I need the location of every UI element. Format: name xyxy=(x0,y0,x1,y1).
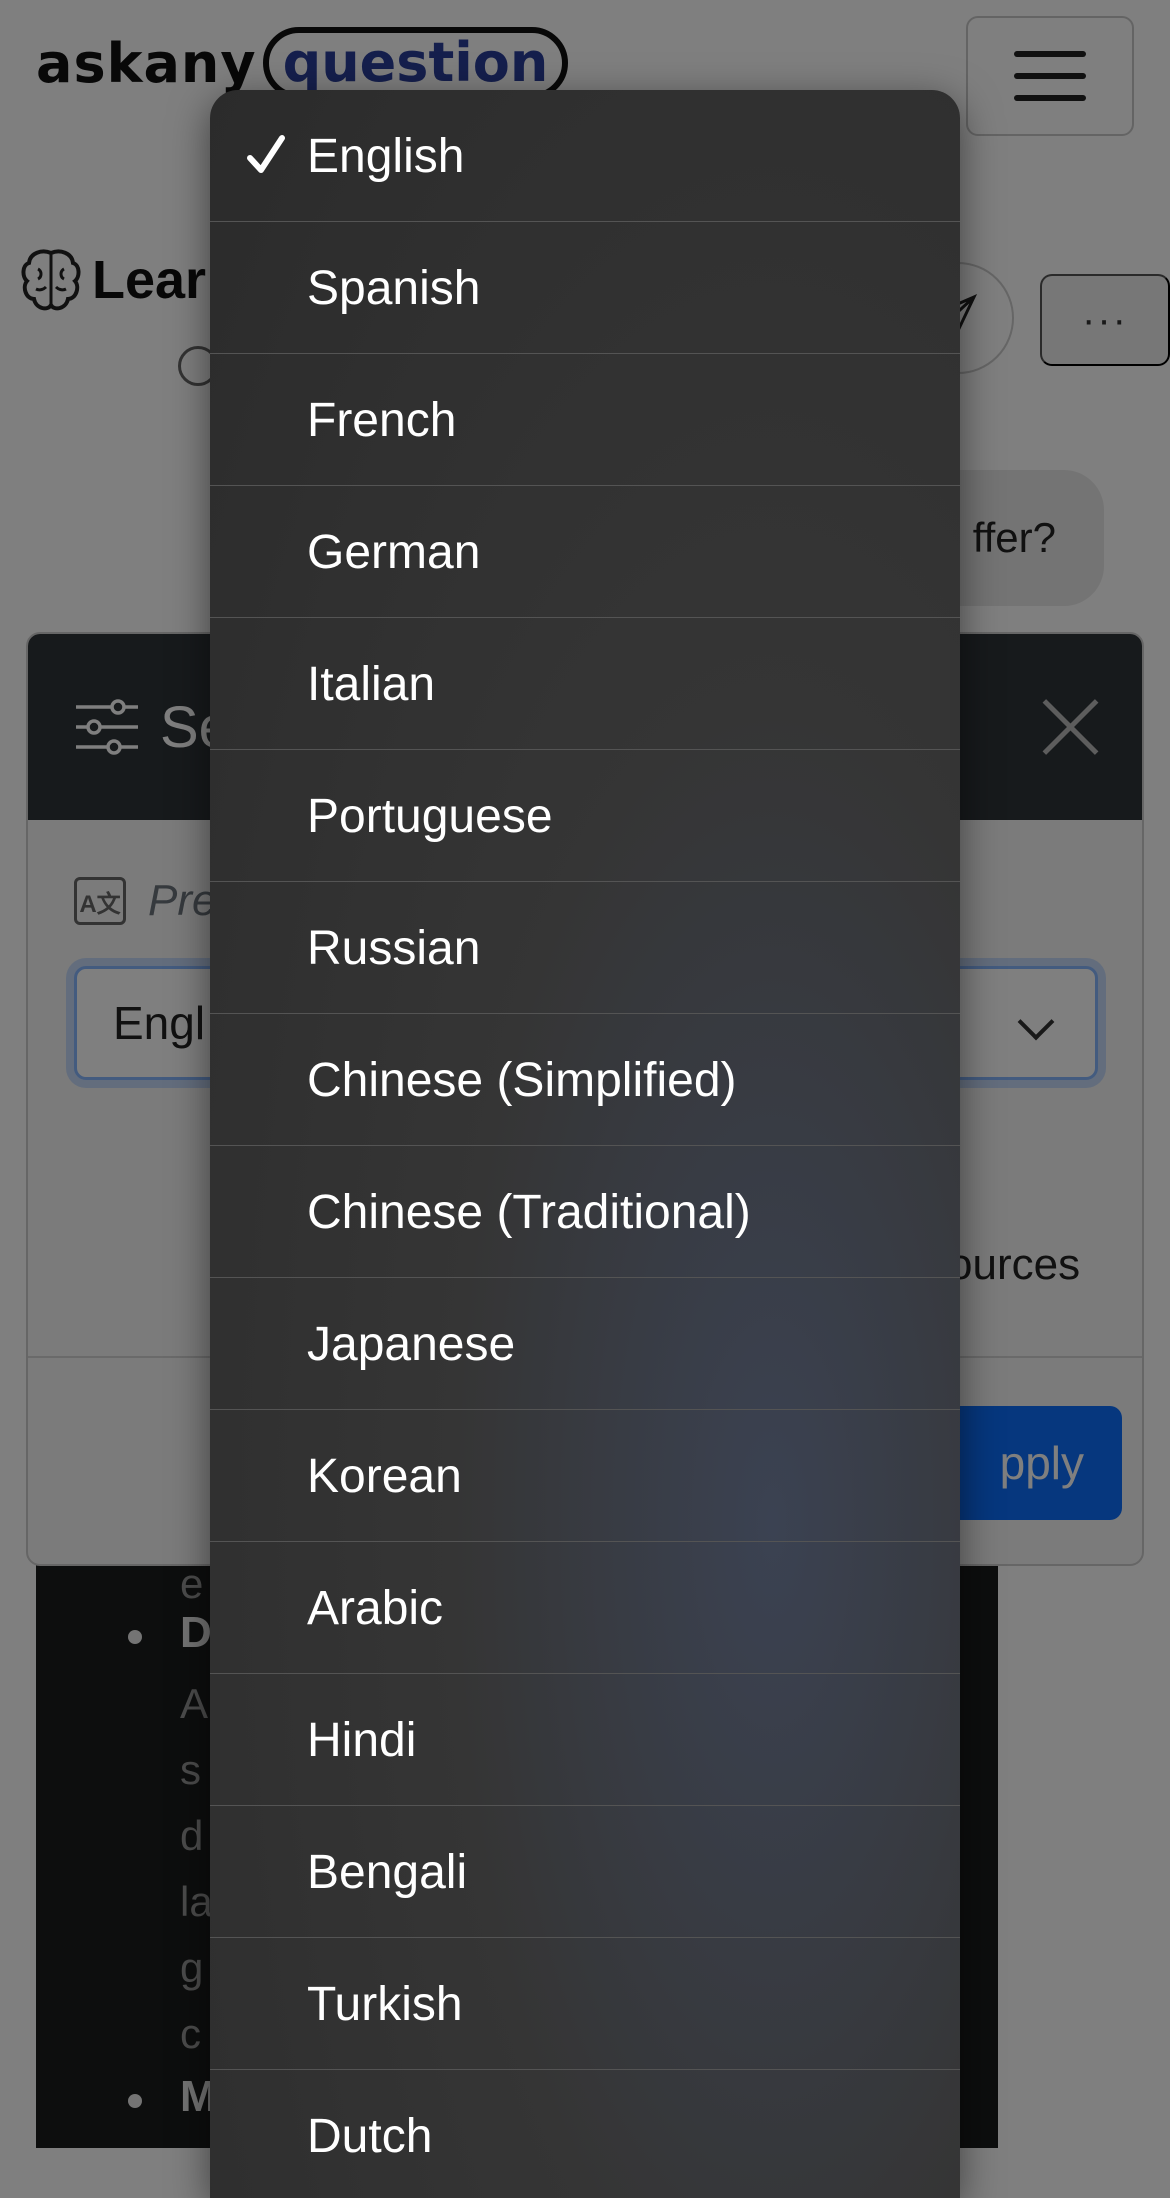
language-option-label: Dutch xyxy=(307,2109,433,2163)
language-option-label: Turkish xyxy=(307,1977,463,2031)
language-option-italian[interactable]: Italian xyxy=(210,618,960,750)
language-option-label: Arabic xyxy=(307,1581,444,1635)
language-option-chinese-traditional[interactable]: Chinese (Traditional) xyxy=(210,1146,960,1278)
language-option-japanese[interactable]: Japanese xyxy=(210,1278,960,1410)
language-option-label: Italian xyxy=(307,657,436,711)
language-option-label: Chinese (Simplified) xyxy=(307,1053,737,1107)
language-option-label: French xyxy=(307,393,457,447)
language-option-label: Bengali xyxy=(307,1845,468,1899)
language-option-label: English xyxy=(307,129,465,183)
language-option-chinese-simplified[interactable]: Chinese (Simplified) xyxy=(210,1014,960,1146)
language-option-arabic[interactable]: Arabic xyxy=(210,1542,960,1674)
language-option-label: Chinese (Traditional) xyxy=(307,1185,751,1239)
language-option-label: Hindi xyxy=(307,1713,417,1767)
language-option-label: Japanese xyxy=(307,1317,516,1371)
language-option-turkish[interactable]: Turkish xyxy=(210,1938,960,2070)
language-option-russian[interactable]: Russian xyxy=(210,882,960,1014)
language-option-portuguese[interactable]: Portuguese xyxy=(210,750,960,882)
language-option-label: Russian xyxy=(307,921,481,975)
language-option-french[interactable]: French xyxy=(210,354,960,486)
language-picker-dropdown: English Spanish French German Italian Portugu… xyxy=(210,90,960,2198)
language-option-hindi[interactable]: Hindi xyxy=(210,1674,960,1806)
language-option-label: Portuguese xyxy=(307,789,553,843)
language-option-korean[interactable]: Korean xyxy=(210,1410,960,1542)
language-option-german[interactable]: German xyxy=(210,486,960,618)
language-option-label: German xyxy=(307,525,481,579)
language-option-english[interactable]: English xyxy=(210,90,960,222)
language-option-label: Spanish xyxy=(307,261,481,315)
language-option-label: Korean xyxy=(307,1449,462,1503)
language-option-spanish[interactable]: Spanish xyxy=(210,222,960,354)
language-option-bengali[interactable]: Bengali xyxy=(210,1806,960,1938)
language-option-dutch[interactable]: Dutch xyxy=(210,2070,960,2198)
checkmark-icon xyxy=(247,135,285,173)
